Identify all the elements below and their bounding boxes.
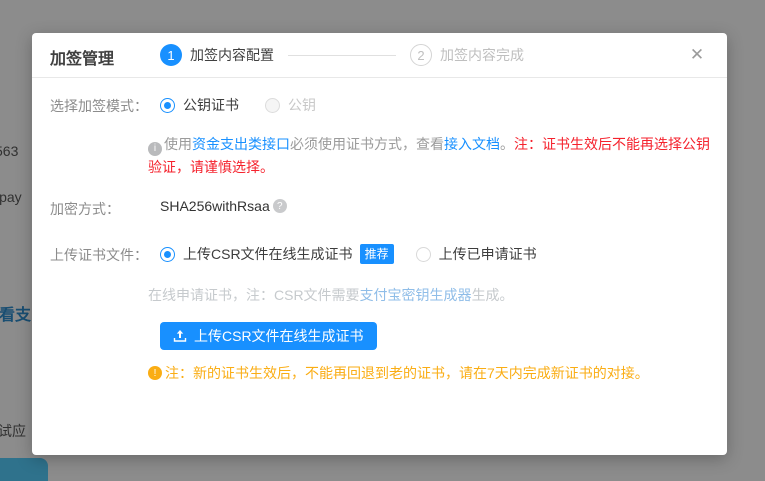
step-1-label: 加签内容配置: [190, 45, 274, 65]
cert-mode-info: i使用资金支出类接口必须使用证书方式，查看接入文档。注：证书生效后不能再选择公钥…: [148, 133, 720, 178]
sign-mode-label: 选择加签模式：: [50, 96, 148, 116]
key-generator-link[interactable]: 支付宝密钥生成器: [360, 287, 472, 303]
modal-title: 加签管理: [50, 45, 114, 69]
help-icon[interactable]: ?: [273, 199, 287, 213]
radio-public-key-label[interactable]: 公钥: [288, 95, 316, 115]
info-text-2: 必须使用证书方式，查看: [290, 136, 444, 152]
csr-note-text-2: 生成。: [472, 287, 514, 303]
screen: 563 ipay 查看支 测试应 加签管理 1 加签内容配置 2 加签内容完成 …: [0, 0, 765, 481]
radio-upload-existing[interactable]: [416, 247, 431, 262]
step-2-circle: 2: [410, 44, 432, 66]
step-1-circle: 1: [160, 44, 182, 66]
recommended-badge: 推荐: [360, 244, 394, 264]
step-2-label: 加签内容完成: [440, 45, 524, 65]
signature-management-modal: 加签管理 1 加签内容配置 2 加签内容完成 ✕ 选择加签模式： 公钥证书 公钥…: [32, 33, 727, 455]
radio-upload-existing-label[interactable]: 上传已申请证书: [439, 244, 537, 264]
radio-upload-csr-label[interactable]: 上传CSR文件在线生成证书: [183, 244, 353, 264]
warning-icon: !: [148, 366, 162, 380]
steps-indicator: 1 加签内容配置 2 加签内容完成: [160, 44, 524, 66]
encrypt-method-value-row: SHA256withRsaa ?: [160, 198, 287, 214]
fund-payout-api-link[interactable]: 资金支出类接口: [192, 136, 290, 152]
radio-public-key-cert-label[interactable]: 公钥证书: [183, 95, 239, 115]
encrypt-method-value: SHA256withRsaa: [160, 198, 270, 214]
upload-cert-options: 上传CSR文件在线生成证书 推荐 上传已申请证书: [160, 244, 537, 264]
radio-public-key[interactable]: [265, 98, 280, 113]
upload-csr-button-label: 上传CSR文件在线生成证书: [194, 326, 364, 346]
new-cert-warning-text: 注：新的证书生效后，不能再回退到老的证书，请在7天内完成新证书的对接。: [165, 363, 649, 383]
upload-icon: [173, 329, 187, 343]
upload-csr-button[interactable]: 上传CSR文件在线生成证书: [160, 322, 377, 350]
upload-cert-label: 上传证书文件：: [50, 245, 148, 265]
csr-note: 在线申请证书，注：CSR文件需要支付宝密钥生成器生成。: [148, 285, 514, 305]
radio-public-key-cert[interactable]: [160, 98, 175, 113]
step-connector-line: [288, 55, 396, 56]
close-icon[interactable]: ✕: [687, 45, 707, 65]
integration-doc-link[interactable]: 接入文档: [444, 136, 500, 152]
radio-upload-csr[interactable]: [160, 247, 175, 262]
new-cert-warning: ! 注：新的证书生效后，不能再回退到老的证书，请在7天内完成新证书的对接。: [148, 363, 649, 383]
sign-mode-options: 公钥证书 公钥: [160, 95, 316, 115]
info-text-1: 使用: [164, 136, 192, 152]
modal-header: 加签管理 1 加签内容配置 2 加签内容完成 ✕: [32, 33, 727, 78]
encrypt-method-label: 加密方式：: [50, 199, 120, 219]
info-text-3: 。: [500, 136, 514, 152]
info-icon: i: [148, 142, 162, 156]
csr-note-text-1: 在线申请证书，注：CSR文件需要: [148, 287, 360, 303]
